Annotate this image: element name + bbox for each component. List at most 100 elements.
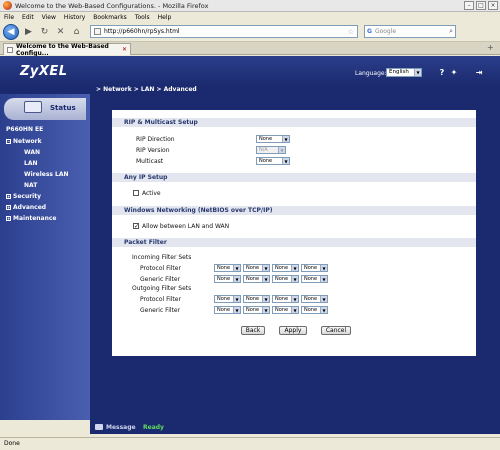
menu-file[interactable]: File [4,14,14,21]
sidebar-item-advanced[interactable]: + Advanced [6,202,69,213]
close-tab-icon[interactable]: ✕ [122,46,127,53]
chevron-down-icon: ▼ [282,158,289,164]
incoming-generic-filter-3[interactable]: None ▼ [272,275,299,283]
expand-icon: + [6,216,11,221]
incoming-protocol-filter-2[interactable]: None ▼ [243,264,270,272]
allow-lan-wan-checkbox[interactable]: ✓ [133,223,139,230]
minimize-button[interactable]: – [464,1,474,10]
sidebar-item-label: Advanced [13,204,47,211]
bookmark-star-icon[interactable]: ☆ [348,28,354,36]
tab-favicon-icon [7,46,13,53]
chevron-down-icon: ▼ [320,276,327,282]
select-value: None [275,276,289,282]
incoming-filter-sets-label: Incoming Filter Sets [132,254,192,261]
message-icon [95,424,103,430]
chevron-down-icon: ▼ [262,296,269,302]
chevron-down-icon: ▼ [320,296,327,302]
chevron-down-icon: ▼ [278,147,285,153]
outgoing-protocol-filter-2[interactable]: None ▼ [243,295,270,303]
apply-button[interactable]: Apply [279,326,307,335]
logout-icon[interactable]: ⇥ [474,68,484,77]
reload-button[interactable]: ↻ [38,25,51,38]
window-title: Welcome to the Web-Based Configurations.… [15,1,209,10]
outgoing-generic-filter-4[interactable]: None ▼ [301,306,328,314]
menu-history[interactable]: History [64,14,85,21]
select-value: None [246,307,260,313]
back-button[interactable]: ◀ [3,23,19,40]
incoming-generic-filter-2[interactable]: None ▼ [243,275,270,283]
sidebar-item-wireless-lan[interactable]: Wireless LAN [6,169,69,180]
select-value: None [275,296,289,302]
chevron-down-icon: ▼ [233,276,240,282]
close-button[interactable]: × [488,1,498,10]
url-bar[interactable]: http://p660hn/rpSys.html ☆ [90,25,358,38]
search-engine-icon[interactable]: G [367,28,372,35]
router-header: ZyXEL Language: English ▼ ? ✦ ⇥ [0,56,500,86]
chevron-down-icon: ▼ [320,307,327,313]
incoming-protocol-filter-3[interactable]: None ▼ [272,264,299,272]
incoming-generic-filter-4[interactable]: None ▼ [301,275,328,283]
sidebar-item-security[interactable]: + Security [6,191,69,202]
outgoing-filter-sets-label: Outgoing Filter Sets [132,285,192,292]
search-icon[interactable]: ⌕ [449,27,453,36]
wizard-icon[interactable]: ✦ [449,68,459,77]
outgoing-protocol-filter-3[interactable]: None ▼ [272,295,299,303]
menu-view[interactable]: View [42,14,56,21]
status-tab[interactable]: Status [4,98,86,120]
outgoing-protocol-filter-1[interactable]: None ▼ [214,295,241,303]
page-favicon-icon [94,28,101,35]
menu-edit[interactable]: Edit [22,14,34,21]
chevron-down-icon: ▼ [262,265,269,271]
menu-bar: File Edit View History Bookmarks Tools H… [0,12,500,22]
language-value: English [389,69,409,75]
outgoing-protocol-filter-4[interactable]: None ▼ [301,295,328,303]
select-value: None [304,307,318,313]
browser-tab[interactable]: Welcome to the Web-Based Configu... ✕ [3,43,131,57]
outgoing-generic-filter-3[interactable]: None ▼ [272,306,299,314]
incoming-protocol-filter-1[interactable]: None ▼ [214,264,241,272]
home-button[interactable]: ⌂ [70,25,83,38]
select-value: None [259,158,273,164]
sidebar-item-nat[interactable]: NAT [6,180,69,191]
search-box[interactable]: G Google ⌕ [364,25,456,38]
message-label: Message [106,424,136,431]
outgoing-generic-filter-label: Generic Filter [140,307,181,314]
outgoing-generic-filter-1[interactable]: None ▼ [214,306,241,314]
menu-help[interactable]: Help [158,14,172,21]
active-checkbox[interactable] [133,190,139,196]
sidebar-item-lan[interactable]: LAN [6,158,69,169]
maximize-button[interactable]: □ [476,1,486,10]
any-ip-section-title: Any IP Setup [112,173,476,182]
help-icon[interactable]: ? [437,68,447,77]
select-value: None [275,307,289,313]
browser-status-bar: Done [0,437,500,450]
chevron-down-icon: ▼ [262,276,269,282]
chevron-down-icon: ▼ [262,307,269,313]
chevron-down-icon: ▼ [291,307,298,313]
sidebar-item-network[interactable]: − Network [6,136,69,147]
select-value: None [246,296,260,302]
rip-direction-select[interactable]: None ▼ [256,135,290,143]
multicast-select[interactable]: None ▼ [256,157,290,165]
chevron-down-icon: ▼ [233,307,240,313]
new-tab-icon[interactable]: + [487,43,494,52]
back-form-button[interactable]: Back [241,326,265,335]
sidebar-item-maintenance[interactable]: + Maintenance [6,213,69,224]
menu-tools[interactable]: Tools [135,14,150,21]
language-label: Language: [355,70,387,77]
rip-multicast-section-title: RIP & Multicast Setup [112,118,476,127]
outgoing-generic-filter-2[interactable]: None ▼ [243,306,270,314]
sidebar-item-wan[interactable]: WAN [6,147,69,158]
incoming-protocol-filter-4[interactable]: None ▼ [301,264,328,272]
stop-button[interactable]: ✕ [54,25,67,38]
menu-bookmarks[interactable]: Bookmarks [93,14,127,21]
forward-button[interactable]: ▶ [22,25,35,38]
rip-direction-label: RIP Direction [136,136,175,143]
cancel-button[interactable]: Cancel [321,326,351,335]
incoming-generic-filter-1[interactable]: None ▼ [214,275,241,283]
breadcrumb-bar [0,86,500,94]
language-select[interactable]: English ▼ [386,68,422,77]
chevron-down-icon: ▼ [320,265,327,271]
outgoing-protocol-filter-label: Protocol Filter [140,296,181,303]
sidebar-item-label: Maintenance [13,215,57,222]
